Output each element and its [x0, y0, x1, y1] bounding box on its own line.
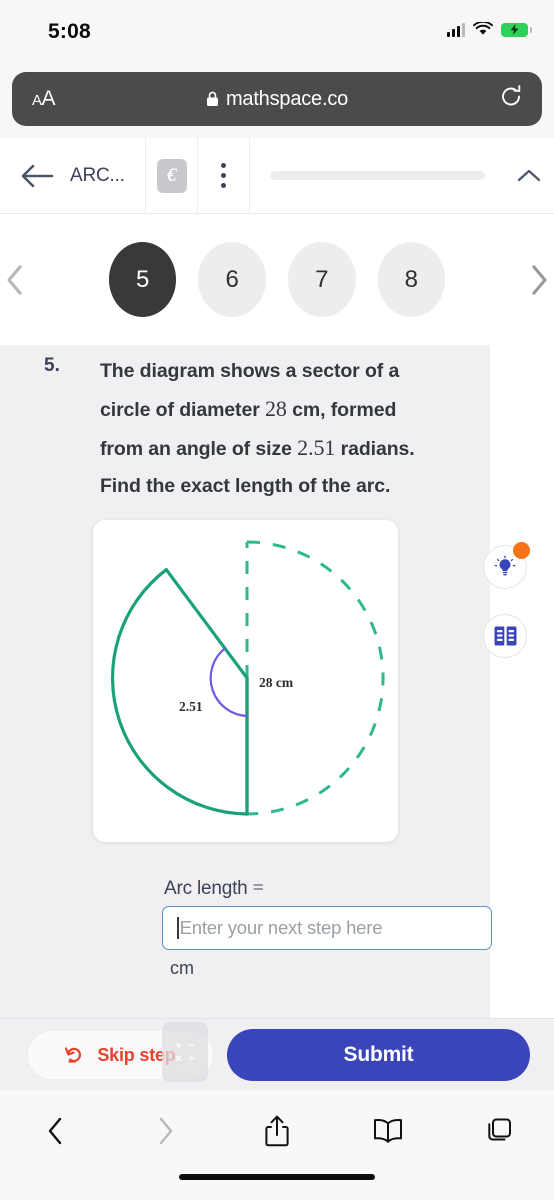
question-line-3a: from an angle of size: [100, 438, 298, 460]
reference-book-icon: [494, 626, 516, 646]
tabs-button[interactable]: [443, 1117, 554, 1145]
question-pager: 5 6 7 8: [0, 214, 554, 345]
collapse-button[interactable]: [503, 138, 554, 214]
question-content: 5. The diagram shows a sector of a circl…: [0, 345, 554, 1018]
phone-screen: 5:08 AA mathspace.co ARC... € 5 6 7 8 5.…: [0, 0, 554, 1200]
hint-badge: [513, 542, 530, 559]
app-header: ARC... €: [0, 137, 554, 214]
answer-label-text: Arc length: [164, 878, 248, 899]
question-line-3b: radians.: [335, 438, 415, 460]
progress-track: [270, 171, 486, 180]
radius-line-slant: [164, 568, 249, 680]
browser-back-button[interactable]: [0, 1116, 111, 1146]
skip-step-icon: [65, 1047, 82, 1063]
arrow-left-icon: [21, 164, 54, 187]
submit-label: Submit: [343, 1043, 414, 1066]
math-keyboard-icon: + − × ÷: [173, 1039, 197, 1065]
safari-address-bar[interactable]: AA mathspace.co: [12, 72, 542, 126]
back-button[interactable]: ARC...: [0, 137, 147, 214]
chevron-right-icon: [532, 264, 547, 295]
hint-button[interactable]: [483, 542, 530, 589]
status-time: 5:08: [48, 20, 91, 43]
question-line-4: Find the exact length of the arc.: [100, 475, 391, 497]
diameter-value: 28: [265, 396, 287, 421]
browser-forward-button[interactable]: [111, 1116, 222, 1146]
pager-next-button[interactable]: [523, 258, 554, 302]
progress-bar: [250, 138, 503, 214]
sector-arc: [110, 568, 249, 816]
math-keyboard-toggle[interactable]: + − × ÷: [162, 1022, 208, 1082]
wifi-icon: [473, 22, 493, 35]
diagram-card: 28 cm 2.51: [93, 520, 398, 842]
question-number: 5.: [44, 355, 60, 376]
plus-glyph: +: [175, 1039, 182, 1052]
question-text: The diagram shows a sector of a circle o…: [100, 353, 460, 505]
angle-value: 2.51: [297, 435, 336, 460]
pager-item-7[interactable]: 7: [288, 242, 356, 317]
ios-status-bar: 5:08: [0, 0, 554, 58]
angle-label: 2.51: [179, 699, 203, 714]
pager-item-6[interactable]: 6: [198, 242, 266, 317]
cellular-signal-icon: [447, 22, 465, 37]
bookmarks-button[interactable]: [332, 1117, 443, 1145]
home-indicator: [179, 1174, 375, 1180]
status-indicators: [447, 22, 532, 37]
url-text: mathspace.co: [225, 87, 349, 110]
pager-item-5[interactable]: 5: [108, 242, 177, 317]
share-icon: [265, 1115, 289, 1147]
tabs-icon: [487, 1118, 511, 1141]
divide-glyph: ÷: [188, 1052, 195, 1065]
answer-input[interactable]: Enter your next step here: [162, 906, 492, 950]
answer-label: Arc length =: [164, 877, 264, 900]
radius-label: 28 cm: [259, 675, 294, 690]
app-title: ARC...: [70, 164, 125, 186]
book-icon: [373, 1118, 402, 1143]
reload-button[interactable]: [500, 85, 522, 114]
text-caret: [177, 917, 179, 939]
battery-charging-icon: [501, 22, 532, 37]
mathspace-logo-icon: €: [156, 158, 187, 193]
url-display[interactable]: mathspace.co: [12, 88, 542, 111]
lock-icon: [206, 91, 218, 106]
more-options-button[interactable]: [198, 137, 251, 214]
reference-button[interactable]: [483, 614, 527, 658]
action-bar: Skip step + − × ÷ Submit: [0, 1018, 554, 1090]
submit-button[interactable]: Submit: [227, 1029, 530, 1081]
pager-item-8[interactable]: 8: [377, 242, 446, 317]
pager-prev-button[interactable]: [0, 258, 31, 302]
more-vertical-icon: [221, 163, 227, 188]
answer-equals-sign: =: [252, 877, 264, 899]
share-button[interactable]: [222, 1114, 333, 1148]
chevron-left-icon: [49, 1117, 62, 1145]
safari-bottom-toolbar: [0, 1090, 554, 1200]
lightbulb-icon: [494, 555, 516, 576]
question-line-2b: cm, formed: [286, 399, 397, 421]
chevron-up-icon: [517, 169, 540, 181]
question-line-1: The diagram shows a sector of a: [100, 360, 400, 382]
minus-glyph: −: [188, 1039, 195, 1052]
question-line-2a: circle of diameter: [100, 399, 266, 421]
mathspace-logo-button[interactable]: €: [146, 137, 199, 214]
angle-arc-marker: [209, 647, 249, 718]
chevron-right-icon: [159, 1117, 173, 1145]
chevron-left-icon: [7, 264, 22, 295]
answer-unit: cm: [170, 958, 194, 978]
circle-sector-diagram: 28 cm 2.51: [110, 540, 385, 816]
times-glyph: ×: [175, 1052, 182, 1065]
text-size-button[interactable]: AA: [32, 87, 56, 111]
answer-input-placeholder: Enter your next step here: [179, 917, 383, 938]
